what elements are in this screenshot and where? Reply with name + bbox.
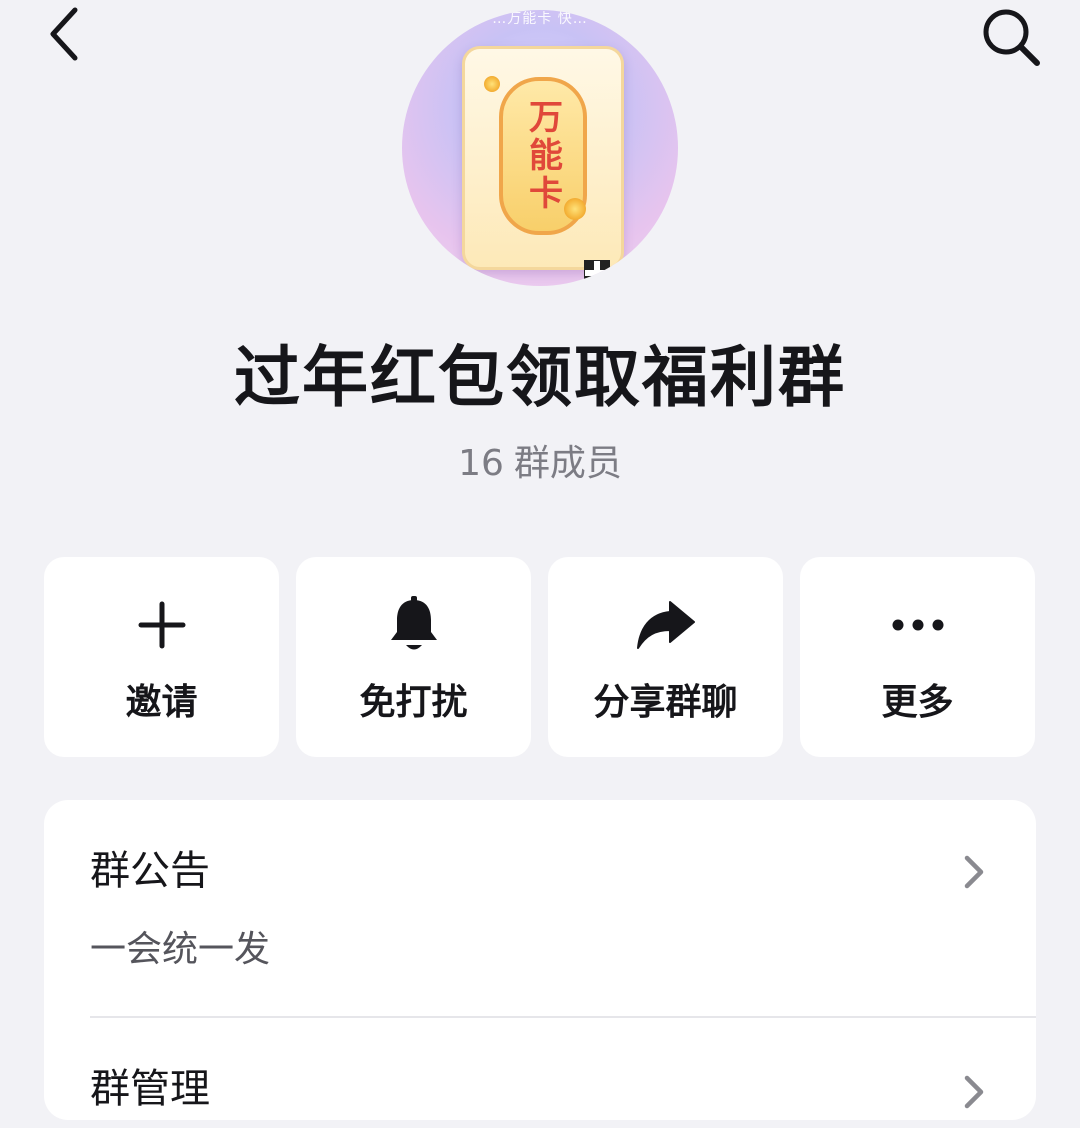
chevron-right-icon [964, 1075, 984, 1109]
more-button[interactable]: 更多 [800, 557, 1035, 757]
back-button[interactable] [34, 4, 94, 64]
mute-label: 免打扰 [359, 682, 468, 723]
search-icon [983, 9, 1040, 66]
announcement-row[interactable]: 群公告 一会统一发 [44, 800, 1036, 1016]
member-count-label: 群成员 [513, 443, 622, 484]
mute-button[interactable]: 免打扰 [296, 557, 531, 757]
qr-code-icon [584, 260, 610, 286]
announcement-title: 群公告 [90, 848, 210, 894]
share-group-label: 分享群聊 [593, 682, 738, 723]
chevron-right-icon [964, 855, 984, 889]
chevron-left-icon [50, 7, 78, 61]
group-settings-list: 群公告 一会统一发 群管理 [44, 800, 1036, 1120]
plus-icon [130, 593, 194, 657]
group-avatar[interactable]: …万能卡 快… 万能卡 [402, 10, 678, 286]
more-label: 更多 [881, 682, 954, 723]
group-name: 过年红包领取福利群 [234, 339, 846, 416]
bell-icon [382, 593, 446, 657]
more-dots-icon [886, 593, 950, 657]
group-management-row[interactable]: 群管理 [44, 1018, 1036, 1128]
avatar-card-text: 万能卡 [522, 99, 563, 213]
invite-button[interactable]: 邀请 [44, 557, 279, 757]
group-management-title: 群管理 [90, 1066, 210, 1112]
action-bar: 邀请 免打扰 分享群聊 更多 [44, 557, 1036, 757]
avatar-banner-text: …万能卡 快… [492, 11, 588, 27]
member-count-number: 16 [458, 443, 504, 484]
search-button[interactable] [976, 2, 1046, 72]
share-arrow-icon [634, 593, 698, 657]
avatar-flower-icon [564, 198, 586, 220]
member-count[interactable]: 16 群成员 [0, 440, 1080, 488]
invite-label: 邀请 [125, 682, 198, 723]
avatar-flower-icon [484, 76, 500, 92]
share-group-button[interactable]: 分享群聊 [548, 557, 783, 757]
announcement-content: 一会统一发 [90, 929, 271, 970]
